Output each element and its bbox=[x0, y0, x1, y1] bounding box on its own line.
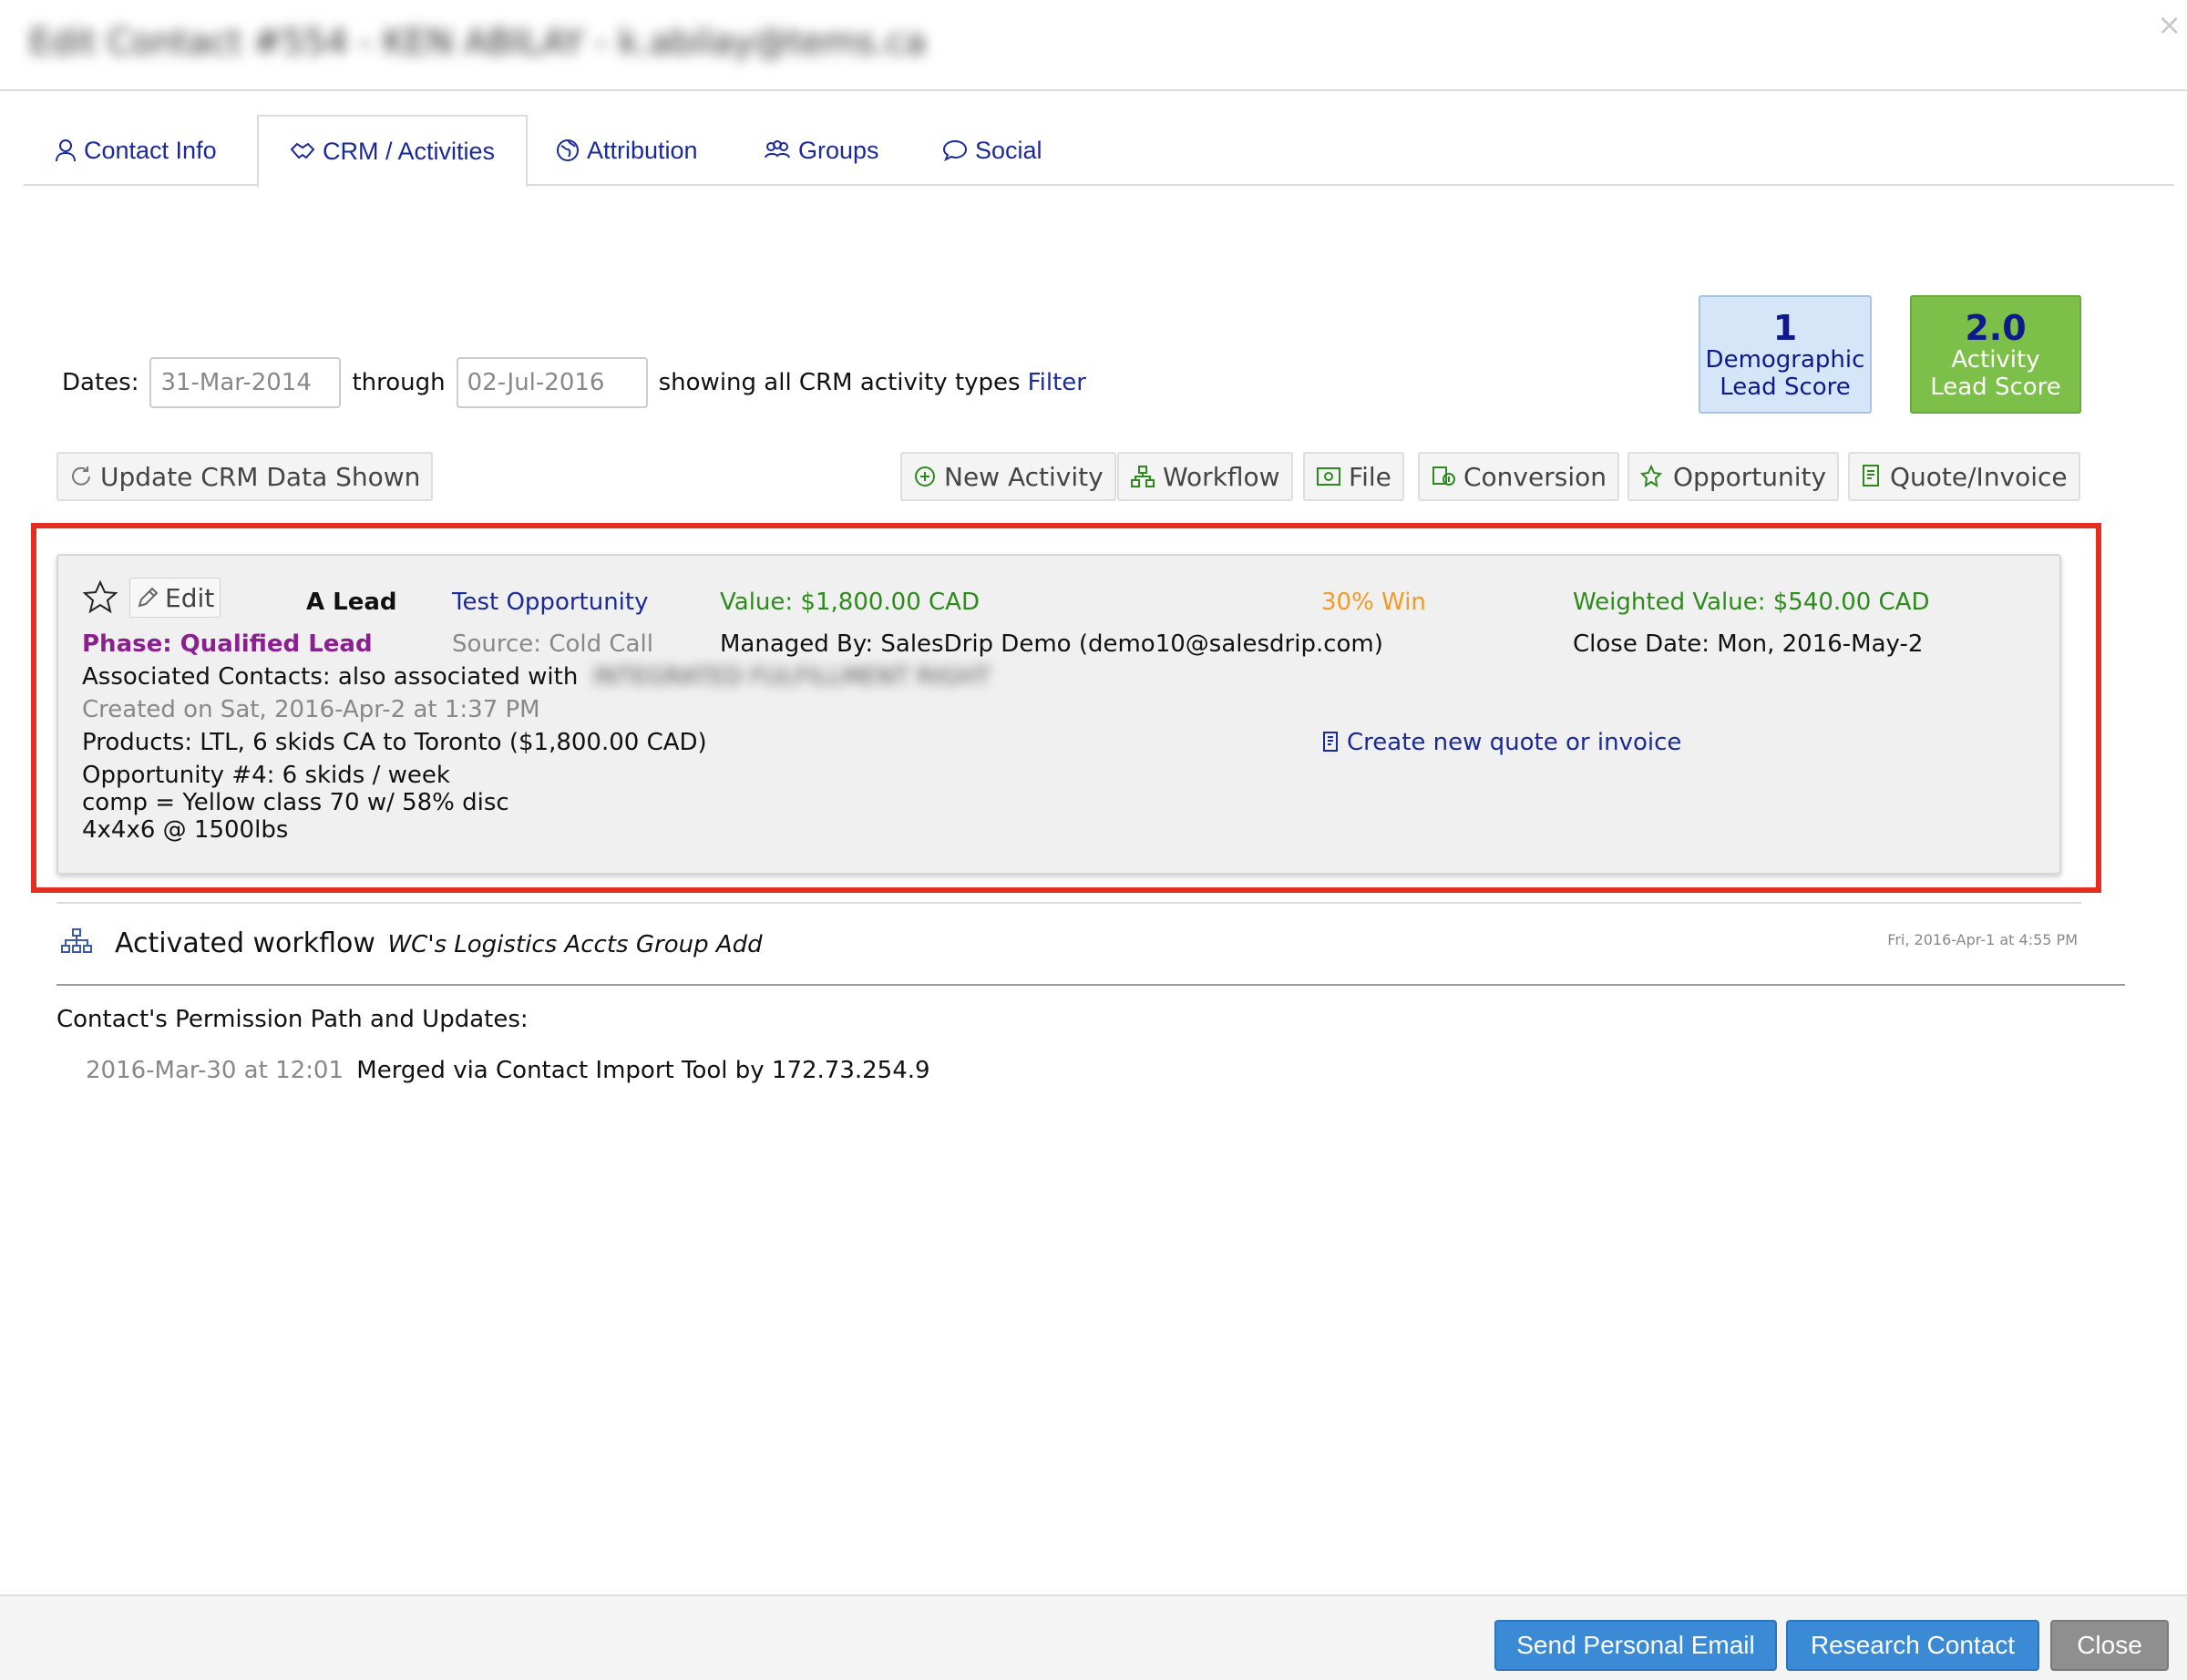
quote-invoice-label: Quote/Invoice bbox=[1890, 461, 2068, 492]
star-plus-icon bbox=[1640, 465, 1663, 488]
permission-date: 2016-Mar-30 at 12:01 bbox=[86, 1057, 344, 1084]
activity-score-value: 2.0 bbox=[1965, 308, 2027, 348]
divider bbox=[56, 984, 2125, 986]
opportunity-name[interactable]: Test Opportunity bbox=[452, 589, 649, 616]
update-crm-label: Update CRM Data Shown bbox=[100, 461, 421, 492]
file-label: File bbox=[1349, 461, 1391, 492]
close-button[interactable]: Close bbox=[2050, 1620, 2169, 1671]
workflow-button[interactable]: Workflow bbox=[1117, 452, 1293, 501]
tab-attribution[interactable]: Attribution bbox=[556, 115, 698, 186]
phase: Phase: Qualified Lead bbox=[82, 630, 373, 658]
conversion-icon bbox=[1432, 466, 1455, 486]
file-image-icon bbox=[1317, 467, 1340, 486]
create-quote-link[interactable]: Create new quote or invoice bbox=[1321, 729, 1681, 756]
opportunity-label: Opportunity bbox=[1673, 461, 1827, 492]
opportunity-notes: Opportunity #4: 6 skids / week comp = Ye… bbox=[82, 762, 509, 844]
demographic-score-value: 1 bbox=[1772, 308, 1798, 348]
activity-lead-score: 2.0 Activity Lead Score bbox=[1910, 295, 2081, 414]
conversion-label: Conversion bbox=[1463, 461, 1607, 492]
activity-score-label-2: Lead Score bbox=[1930, 374, 2061, 401]
associated-label: Associated Contacts: also associated wit… bbox=[82, 663, 579, 691]
refresh-icon bbox=[72, 466, 90, 486]
through-label: through bbox=[352, 369, 446, 396]
dialog-title: Edit Contact #554 - KEN ABILAY - k.abila… bbox=[29, 22, 927, 62]
lead-type: A Lead bbox=[306, 589, 397, 616]
conversion-button[interactable]: Conversion bbox=[1418, 452, 1619, 501]
file-button[interactable]: File bbox=[1303, 452, 1404, 501]
note-line: 4x4x6 @ 1500lbs bbox=[82, 816, 289, 844]
send-personal-email-button[interactable]: Send Personal Email bbox=[1494, 1620, 1777, 1671]
date-filter: Dates: through showing all CRM activity … bbox=[62, 357, 1086, 408]
dialog-footer: Send Personal Email Research Contact Clo… bbox=[0, 1594, 2187, 1680]
dialog-header: Edit Contact #554 - KEN ABILAY - k.abila… bbox=[0, 0, 2187, 91]
workflow-name: WC's Logistics Accts Group Add bbox=[387, 931, 763, 958]
opportunity-value: Value: $1,800.00 CAD bbox=[720, 589, 980, 616]
tab-label: CRM / Activities bbox=[323, 137, 496, 165]
quote-invoice-button[interactable]: Quote/Invoice bbox=[1848, 452, 2080, 501]
workflow-activity-text: Activated workflow WC's Logistics Accts … bbox=[115, 927, 763, 959]
tab-bar: Contact Info CRM / Activities Attributio… bbox=[24, 115, 2174, 188]
weighted-value: Weighted Value: $540.00 CAD bbox=[1573, 589, 1930, 616]
add-activity-icon bbox=[915, 466, 935, 487]
permission-entry: 2016-Mar-30 at 12:01 Merged via Contact … bbox=[86, 1057, 930, 1084]
edit-label: Edit bbox=[165, 582, 215, 613]
close-icon[interactable]: × bbox=[2157, 7, 2182, 42]
star-icon[interactable] bbox=[82, 579, 118, 616]
tab-label: Social bbox=[975, 136, 1042, 164]
close-date: Close Date: Mon, 2016-May-2 bbox=[1573, 630, 1924, 658]
workflow-activity-label: Activated workflow bbox=[115, 927, 375, 959]
invoice-icon bbox=[1863, 465, 1879, 487]
demographic-lead-score: 1 Demographic Lead Score bbox=[1699, 295, 1872, 414]
create-quote-label: Create new quote or invoice bbox=[1347, 729, 1682, 756]
showing-text: showing all CRM activity types bbox=[658, 369, 1021, 396]
tab-social[interactable]: Social bbox=[942, 115, 1042, 186]
handshake-icon bbox=[290, 142, 315, 159]
win-probability: 30% Win bbox=[1321, 589, 1426, 616]
opportunity-card: Edit A Lead Test Opportunity Value: $1,8… bbox=[56, 554, 2061, 875]
permission-title: Contact's Permission Path and Updates: bbox=[56, 1006, 529, 1033]
dates-label: Dates: bbox=[62, 369, 139, 396]
speech-bubble-icon bbox=[942, 139, 968, 161]
tab-label: Groups bbox=[798, 136, 879, 164]
managed-by: Managed By: SalesDrip Demo (demo10@sales… bbox=[720, 630, 1383, 658]
tab-label: Attribution bbox=[587, 136, 698, 164]
note-line: Opportunity #4: 6 skids / week bbox=[82, 762, 450, 789]
tab-crm-activities[interactable]: CRM / Activities bbox=[257, 115, 529, 188]
globe-icon bbox=[557, 139, 579, 161]
filter-link[interactable]: Filter bbox=[1028, 369, 1086, 396]
note-line: comp = Yellow class 70 w/ 58% disc bbox=[82, 789, 509, 816]
tab-groups[interactable]: Groups bbox=[764, 115, 879, 186]
invoice-icon bbox=[1323, 732, 1338, 752]
workflow-timestamp: Fri, 2016-Apr-1 at 4:55 PM bbox=[1887, 931, 2078, 948]
demographic-score-label-1: Demographic bbox=[1705, 346, 1865, 374]
new-activity-label: New Activity bbox=[944, 461, 1104, 492]
associated-contacts: Associated Contacts: also associated wit… bbox=[82, 663, 991, 691]
workflow-activity-row: Activated workflow WC's Logistics Accts … bbox=[56, 902, 2081, 986]
associated-contact-blurred[interactable]: INTEGRATED FULFILLMENT RIGHT bbox=[593, 663, 991, 691]
products: Products: LTL, 6 skids CA to Toronto ($1… bbox=[82, 729, 707, 756]
opportunity-button[interactable]: Opportunity bbox=[1627, 452, 1840, 501]
workflow-icon bbox=[1131, 466, 1155, 487]
workflow-icon bbox=[61, 928, 92, 953]
permission-text: Merged via Contact Import Tool by 172.73… bbox=[356, 1057, 930, 1084]
demographic-score-label-2: Lead Score bbox=[1720, 374, 1851, 401]
date-to-input[interactable] bbox=[456, 357, 648, 408]
activity-score-label-1: Activity bbox=[1951, 346, 2040, 374]
created-on: Created on Sat, 2016-Apr-2 at 1:37 PM bbox=[82, 696, 540, 723]
source: Source: Cold Call bbox=[452, 630, 653, 658]
research-contact-button[interactable]: Research Contact bbox=[1786, 1620, 2039, 1671]
group-icon bbox=[765, 140, 790, 159]
new-activity-button[interactable]: New Activity bbox=[900, 452, 1116, 501]
date-from-input[interactable] bbox=[149, 357, 342, 408]
tab-label: Contact Info bbox=[84, 136, 217, 164]
update-crm-button[interactable]: Update CRM Data Shown bbox=[56, 452, 434, 501]
person-icon bbox=[56, 139, 76, 162]
pencil-icon bbox=[138, 587, 159, 608]
tab-contact-info[interactable]: Contact Info bbox=[55, 115, 217, 186]
workflow-label: Workflow bbox=[1163, 461, 1280, 492]
edit-button[interactable]: Edit bbox=[129, 578, 221, 618]
